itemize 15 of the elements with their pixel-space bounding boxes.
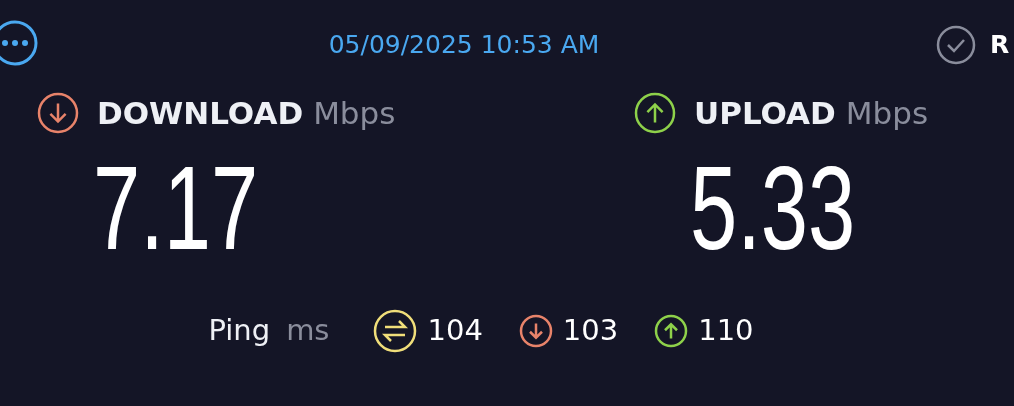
ping-value: 104 bbox=[427, 312, 483, 350]
speed-value: 7.17 bbox=[93, 148, 259, 267]
ping-value: 103 bbox=[562, 312, 619, 350]
unit-label: Mbps bbox=[845, 94, 929, 133]
ping-label: Ping bbox=[208, 312, 271, 350]
metric-name: DOWNLOAD bbox=[97, 94, 304, 133]
speed-value: 5.33 bbox=[690, 148, 856, 267]
results-label[interactable]: R bbox=[990, 26, 1010, 64]
unit-label: Mbps bbox=[313, 94, 396, 133]
timestamp: 05/09/2025 10:53 AM bbox=[328, 29, 600, 62]
metric-name: UPLOAD bbox=[694, 94, 836, 133]
more-icon[interactable] bbox=[0, 20, 38, 66]
ping-value: 110 bbox=[698, 312, 754, 350]
check-icon bbox=[936, 25, 976, 65]
unit-label: ms bbox=[286, 312, 330, 350]
